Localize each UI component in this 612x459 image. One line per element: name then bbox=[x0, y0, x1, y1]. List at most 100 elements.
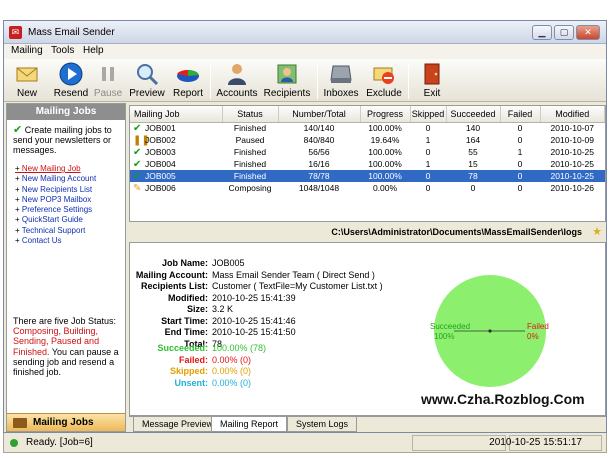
column-header[interactable]: Succeeded bbox=[446, 106, 501, 123]
report-field-key: Modified: bbox=[168, 292, 208, 303]
link-preference-settings[interactable]: + Preference Settings bbox=[15, 205, 127, 215]
check-icon: ✔ bbox=[133, 146, 142, 158]
table-row[interactable]: ✔ JOB003 Finished 56/56 100.00% 0 55 1 2010-10-2… bbox=[130, 146, 605, 158]
report-stat-key: Unsent: bbox=[174, 377, 209, 388]
star-icon[interactable]: ★ bbox=[592, 225, 602, 240]
preview-button[interactable]: Preview bbox=[128, 59, 166, 102]
menu-bar: Mailing Tools Help bbox=[4, 44, 606, 59]
cell-status: Finished bbox=[233, 123, 267, 134]
link-new-pop3-mailbox[interactable]: + New POP3 Mailbox bbox=[15, 195, 127, 205]
cell-failed: 0 bbox=[517, 183, 523, 193]
cell-skipped: 0 bbox=[425, 147, 431, 157]
link-contact-us[interactable]: + Contact Us bbox=[15, 236, 127, 246]
cell-progress: 19.64% bbox=[370, 135, 400, 145]
cell-number: 56/56 bbox=[308, 147, 330, 157]
pause-icon: ❚❚ bbox=[133, 134, 150, 146]
column-header[interactable]: Skipped bbox=[410, 106, 447, 123]
report-stat-value: 0.00% (0) bbox=[212, 366, 252, 376]
job-name: JOB003 bbox=[145, 146, 176, 157]
cell-modified: 2010-10-25 bbox=[550, 159, 594, 169]
cell-status: Finished bbox=[233, 147, 267, 157]
table-row[interactable]: ✎ JOB006 Composing 1048/1048 0.00% 0 0 0 2010-10… bbox=[130, 182, 605, 194]
close-button[interactable]: ✕ bbox=[576, 25, 600, 40]
report-field-key: Start Time: bbox=[161, 315, 208, 326]
report-stat-value: 100.00% (78) bbox=[212, 343, 267, 353]
link-new-recipients-list[interactable]: + New Recipients List bbox=[15, 185, 127, 195]
maximize-button[interactable]: ▢ bbox=[554, 25, 574, 40]
cell-modified: 2010-10-07 bbox=[550, 123, 594, 134]
watermark-text: www.Czha.Rozblog.Com bbox=[421, 391, 585, 407]
job-name: JOB002 bbox=[145, 134, 176, 145]
tab-mailing-report[interactable]: Mailing Report bbox=[211, 417, 288, 432]
app-icon: ✉ bbox=[9, 26, 22, 39]
cell-status: Finished bbox=[233, 159, 267, 169]
report-field-value: Mass Email Sender Team ( Direct Send ) bbox=[212, 269, 375, 280]
menu-mailing[interactable]: Mailing bbox=[11, 45, 43, 56]
report-button[interactable]: Report bbox=[170, 59, 206, 102]
cell-status: Finished bbox=[222, 170, 278, 182]
cell-number: 16/16 bbox=[308, 159, 330, 169]
link-new-mailing-account[interactable]: + New Mailing Account bbox=[15, 174, 127, 184]
cell-skipped: 1 bbox=[425, 159, 431, 169]
inboxes-button[interactable]: Inboxes bbox=[322, 59, 360, 102]
envelope-icon bbox=[16, 67, 38, 82]
toolbar: New Resend Pause Preview Report Accounts… bbox=[4, 59, 606, 102]
job-name: JOB001 bbox=[145, 122, 176, 133]
job-status-note: There are five Job Status: Composing, Bu… bbox=[13, 316, 119, 378]
menu-help[interactable]: Help bbox=[83, 45, 104, 56]
cell-failed: 0 bbox=[517, 135, 523, 145]
toolbar-separator bbox=[317, 63, 318, 99]
cell-progress: 100.00% bbox=[360, 170, 410, 182]
status-bar: Ready. [Job=6] 2010-10-25 15:51:17 bbox=[3, 433, 607, 453]
mailing-jobs-tab[interactable]: Mailing Jobs bbox=[7, 413, 125, 431]
column-header[interactable]: Modified bbox=[540, 106, 605, 123]
table-row[interactable]: ❚❚JOB002 Paused 840/840 19.64% 1 164 0 2010-10-… bbox=[130, 134, 605, 146]
resend-button[interactable]: Resend bbox=[52, 59, 90, 102]
cell-modified: 2010-10-25 bbox=[540, 170, 605, 182]
table-row[interactable]: ✔ JOB004 Finished 16/16 100.00% 1 15 0 2010-10-2… bbox=[130, 158, 605, 170]
exclude-button[interactable]: Exclude bbox=[364, 59, 404, 102]
check-icon: ✔ bbox=[133, 170, 142, 182]
report-field-key: Mailing Account: bbox=[135, 269, 208, 280]
play-icon bbox=[59, 62, 83, 86]
exit-door-icon bbox=[424, 63, 440, 85]
tab-message-preview[interactable]: Message Preview bbox=[133, 417, 223, 432]
recipients-button[interactable]: Recipients bbox=[262, 59, 312, 102]
toolbar-separator bbox=[408, 63, 409, 99]
link-new-mailing-job[interactable]: + New Mailing Job bbox=[15, 164, 127, 174]
link-quickstart-guide[interactable]: + QuickStart Guide bbox=[15, 215, 127, 225]
pause-button[interactable]: Pause bbox=[92, 59, 124, 102]
cell-progress: 0.00% bbox=[372, 183, 398, 193]
cell-modified: 2010-10-25 bbox=[550, 147, 594, 157]
cell-progress: 100.00% bbox=[368, 123, 402, 134]
user-icon bbox=[228, 64, 246, 85]
cell-number: 140/140 bbox=[303, 123, 335, 134]
tab-system-logs[interactable]: System Logs bbox=[287, 417, 358, 432]
main-window: ✉ Mass Email Sender ▁ ▢ ✕ Mailing Tools … bbox=[3, 20, 607, 433]
column-header[interactable]: Progress bbox=[360, 106, 411, 123]
column-header[interactable]: Status bbox=[222, 106, 279, 123]
report-stat-value: 0.00% (0) bbox=[212, 354, 252, 365]
accounts-button[interactable]: Accounts bbox=[216, 59, 258, 102]
table-row[interactable]: ✔ JOB001 Finished 140/140 100.00% 0 140 0 2010-1… bbox=[130, 122, 605, 134]
succeeded-label: Succeeded bbox=[430, 322, 470, 331]
minimize-button[interactable]: ▁ bbox=[532, 25, 552, 40]
status-text: Ready. [Job=6] bbox=[26, 437, 93, 448]
compose-icon: ✎ bbox=[133, 182, 142, 194]
new-button[interactable]: New bbox=[10, 59, 44, 102]
column-header[interactable]: Failed bbox=[500, 106, 541, 123]
cell-failed: 1 bbox=[517, 147, 523, 157]
menu-tools[interactable]: Tools bbox=[51, 45, 74, 56]
table-row[interactable]: ✔ JOB005 Finished 78/78 100.00% 0 78 0 2010-10-2… bbox=[130, 170, 605, 182]
cell-skipped: 1 bbox=[425, 135, 431, 145]
column-header[interactable]: Number/Total bbox=[278, 106, 361, 123]
exclude-icon bbox=[373, 67, 394, 84]
column-header[interactable]: Mailing Job bbox=[130, 106, 223, 123]
failed-pct: 0% bbox=[527, 332, 539, 341]
succeeded-pct: 100% bbox=[434, 332, 454, 341]
link-technical-support[interactable]: + Technical Support bbox=[15, 226, 127, 236]
exit-button[interactable]: Exit bbox=[414, 59, 450, 102]
cell-failed: 0 bbox=[517, 159, 523, 169]
mailing-report-panel: Job Name: JOB005 Mailing Account: Mass Emai… bbox=[129, 242, 606, 416]
cell-succeeded: 55 bbox=[468, 147, 478, 157]
